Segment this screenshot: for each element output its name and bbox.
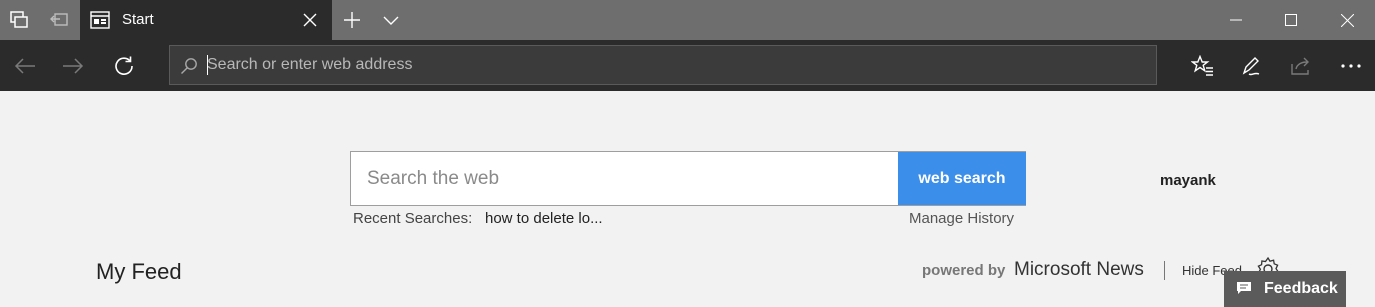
tabs-aside-icon[interactable] [0, 0, 38, 40]
plus-icon[interactable] [333, 0, 371, 40]
address-bar[interactable] [169, 45, 1157, 85]
tab-start[interactable]: Start [80, 0, 332, 40]
address-input[interactable] [207, 46, 1137, 84]
close-window-icon[interactable] [1322, 0, 1372, 40]
restore-tabs-icon[interactable] [40, 0, 78, 40]
recent-searches-label: Recent Searches: [353, 210, 473, 227]
tab-title: Start [122, 11, 154, 28]
chevron-down-icon[interactable] [372, 0, 410, 40]
close-tab-icon[interactable] [298, 8, 322, 32]
feedback-icon [1237, 282, 1251, 295]
refresh-icon[interactable] [99, 40, 149, 91]
start-page-icon [90, 10, 110, 30]
search-icon [180, 57, 198, 75]
web-search-input[interactable] [351, 152, 897, 205]
divider [1164, 261, 1165, 280]
title-bar: Start [0, 0, 1375, 40]
back-arrow-icon[interactable] [0, 40, 50, 91]
share-icon[interactable] [1276, 40, 1326, 91]
user-name[interactable]: mayank [1160, 172, 1216, 189]
feedback-button[interactable]: Feedback [1224, 271, 1346, 307]
feedback-label: Feedback [1264, 280, 1338, 297]
web-note-pen-icon[interactable] [1226, 40, 1276, 91]
web-search-button[interactable]: web search [898, 152, 1026, 205]
recent-search-item[interactable]: how to delete lo... [485, 210, 603, 227]
maximize-icon[interactable] [1266, 0, 1316, 40]
text-caret [207, 55, 208, 75]
more-options-icon[interactable] [1326, 40, 1375, 91]
minimize-icon[interactable] [1211, 0, 1261, 40]
manage-history-link[interactable]: Manage History [909, 210, 1014, 227]
feed-title: My Feed [96, 259, 182, 284]
powered-by-label: powered by [922, 262, 1006, 279]
microsoft-news-logo: Microsoft News [1014, 259, 1144, 280]
web-search-box: web search [350, 151, 1026, 206]
forward-arrow-icon[interactable] [48, 40, 98, 91]
favorites-star-icon[interactable] [1178, 40, 1228, 91]
